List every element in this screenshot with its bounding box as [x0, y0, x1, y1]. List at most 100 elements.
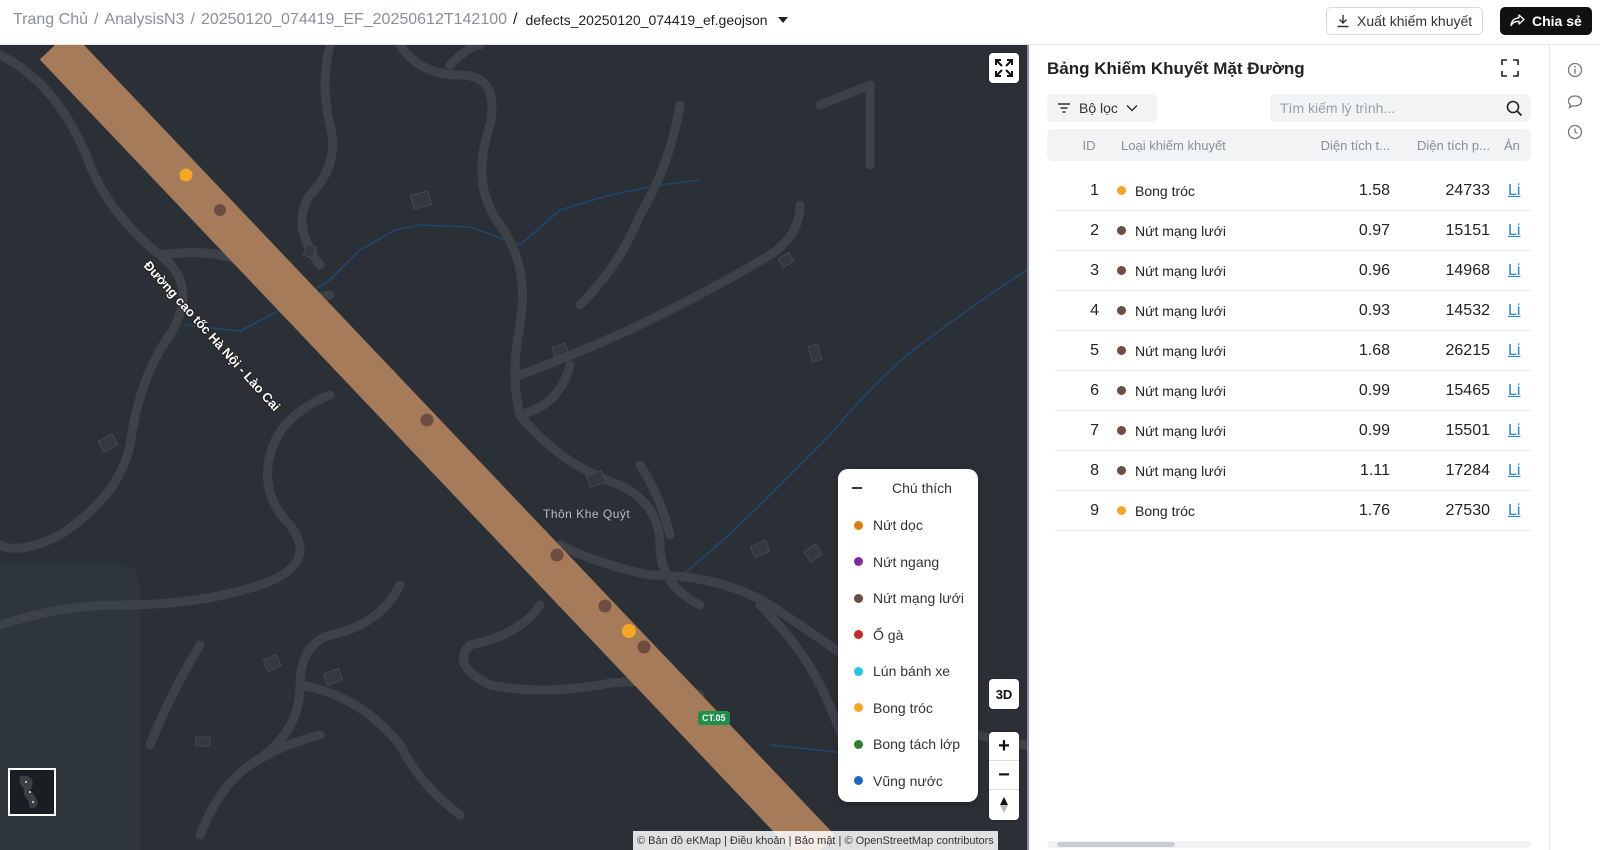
table-row[interactable]: 6 Nứt mạng lưới 0.99 15465 Li — [1055, 371, 1531, 411]
table-row[interactable]: 3 Nứt mạng lưới 0.96 14968 Li — [1055, 251, 1531, 291]
expand-arrows-icon — [995, 59, 1013, 77]
export-defects-label: Xuất khiếm khuyết — [1357, 13, 1473, 29]
cell-type: Nứt mạng lưới — [1109, 423, 1294, 439]
table-row[interactable]: 8 Nứt mạng lưới 1.11 17284 Li — [1055, 451, 1531, 491]
toggle-3d-button[interactable]: 3D — [989, 679, 1019, 709]
image-link[interactable]: Li — [1494, 182, 1531, 200]
legend-item: Ổ gà — [838, 617, 978, 654]
cell-type: Nứt mạng lưới — [1109, 343, 1294, 359]
table-row[interactable]: 5 Nứt mạng lưới 1.68 26215 Li — [1055, 331, 1531, 371]
export-defects-button[interactable]: Xuất khiếm khuyết — [1326, 7, 1484, 35]
minimap[interactable] — [8, 768, 56, 816]
cell-area2: 15501 — [1445, 421, 1491, 439]
cell-area2: 17284 — [1445, 461, 1491, 479]
compass-button[interactable] — [989, 790, 1019, 819]
cell-id: 5 — [1090, 341, 1099, 359]
comments-button[interactable] — [1567, 94, 1583, 115]
table-row[interactable]: 4 Nứt mạng lưới 0.93 14532 Li — [1055, 291, 1531, 331]
history-button[interactable] — [1567, 124, 1583, 145]
type-dot — [1117, 186, 1126, 195]
image-link[interactable]: Li — [1494, 382, 1531, 400]
type-label: Nứt mạng lưới — [1135, 222, 1226, 239]
column-header-area1[interactable]: Diện tích t... — [1294, 138, 1394, 153]
type-label: Nứt mạng lưới — [1135, 302, 1226, 319]
info-icon — [1567, 62, 1583, 78]
image-link[interactable]: Li — [1494, 342, 1531, 360]
image-link[interactable]: Li — [1494, 302, 1531, 320]
legend-label: Nứt mạng lưới — [873, 590, 964, 607]
image-link[interactable]: Li — [1494, 222, 1531, 240]
download-icon — [1337, 15, 1349, 28]
table-row[interactable]: 2 Nứt mạng lưới 0.97 15151 Li — [1055, 211, 1531, 251]
filter-icon — [1058, 103, 1070, 113]
table-header: ID Loại khiếm khuyết Diện tích t... Diện… — [1047, 129, 1531, 161]
info-button[interactable] — [1567, 62, 1583, 83]
comment-icon — [1567, 95, 1583, 109]
cell-type: Nứt mạng lưới — [1109, 303, 1294, 319]
legend-item: Nứt dọc — [838, 507, 978, 544]
collapse-icon[interactable] — [852, 487, 862, 489]
share-label: Chia sẻ — [1532, 13, 1582, 29]
legend-label: Ổ gà — [873, 626, 904, 643]
breadcrumb-separator: / — [190, 11, 195, 28]
expand-panel-button[interactable] — [1501, 59, 1519, 82]
legend-label: Bong tróc — [873, 699, 933, 716]
cell-id: 7 — [1090, 421, 1099, 439]
type-label: Bong tróc — [1135, 182, 1195, 199]
legend-item: Nứt mạng lưới — [838, 580, 978, 617]
cell-id: 2 — [1090, 221, 1099, 239]
zoom-in-button[interactable]: + — [989, 732, 1019, 761]
table-row[interactable]: 7 Nứt mạng lưới 0.99 15501 Li — [1055, 411, 1531, 451]
defects-panel: Bảng Khiếm Khuyết Mặt Đường Bộ lọc ID Lo… — [1029, 45, 1549, 850]
cell-id: 3 — [1090, 261, 1099, 279]
type-dot — [1117, 426, 1126, 435]
cell-area1: 1.76 — [1358, 501, 1390, 519]
clock-icon — [1567, 124, 1583, 140]
cell-id: 8 — [1090, 461, 1099, 479]
column-header-image[interactable]: Ản — [1494, 138, 1531, 153]
cell-id: 6 — [1090, 381, 1099, 399]
table-row[interactable]: 9 Bong tróc 1.76 27530 Li — [1055, 491, 1531, 531]
legend-title: Chú thích — [892, 480, 952, 496]
image-link[interactable]: Li — [1494, 502, 1531, 520]
panel-title: Bảng Khiếm Khuyết Mặt Đường — [1047, 59, 1305, 78]
table-row[interactable]: 1 Bong tróc 1.58 24733 Li — [1055, 171, 1531, 211]
cell-type: Bong tróc — [1109, 503, 1294, 519]
map-attribution[interactable]: © Bản đồ eKMap | Điều khoản | Bảo mật | … — [633, 831, 998, 850]
table-horizontal-scrollbar[interactable] — [1047, 841, 1531, 848]
cell-area1: 1.58 — [1358, 181, 1390, 199]
top-bar: Trang Chủ / AnalysisN3 / 20250120_074419… — [0, 0, 1600, 45]
type-dot — [1117, 506, 1126, 515]
breadcrumb-run[interactable]: 20250120_074419_EF_20250612T142100 — [201, 11, 507, 29]
scrollbar-thumb[interactable] — [1057, 842, 1175, 847]
cell-area1: 1.68 — [1358, 341, 1390, 359]
legend-label: Bong tách lớp — [873, 736, 961, 753]
image-link[interactable]: Li — [1494, 422, 1531, 440]
image-link[interactable]: Li — [1494, 462, 1531, 480]
share-button[interactable]: Chia sẻ — [1500, 7, 1592, 35]
file-dropdown-caret-icon[interactable] — [777, 17, 788, 23]
type-dot — [1117, 466, 1126, 475]
legend-dot — [854, 703, 863, 713]
breadcrumb: Trang Chủ / AnalysisN3 / 20250120_074419… — [13, 11, 788, 29]
legend-item: Bong tróc — [838, 690, 978, 727]
column-header-type[interactable]: Loại khiếm khuyết — [1109, 138, 1294, 153]
legend-dot — [854, 593, 863, 603]
map-canvas[interactable]: Đường cao tốc Hà Nội - Lào Cai Thôn Khe … — [0, 45, 1027, 850]
filter-button[interactable]: Bộ lọc — [1047, 94, 1157, 122]
image-link[interactable]: Li — [1494, 262, 1531, 280]
breadcrumb-project[interactable]: AnalysisN3 — [104, 11, 184, 29]
search-icon[interactable] — [1506, 100, 1523, 117]
legend-label: Lún bánh xe — [873, 663, 951, 680]
column-header-id[interactable]: ID — [1047, 138, 1109, 153]
breadcrumb-home[interactable]: Trang Chủ — [13, 11, 88, 29]
breadcrumb-file[interactable]: defects_20250120_074419_ef.geojson — [525, 12, 767, 28]
zoom-out-button[interactable]: − — [989, 761, 1019, 790]
column-header-area2[interactable]: Diện tích p... — [1394, 138, 1494, 153]
legend-header[interactable]: Chú thích — [838, 469, 978, 507]
search-input[interactable] — [1270, 94, 1500, 122]
cell-area2: 15465 — [1445, 381, 1491, 399]
fullscreen-map-button[interactable] — [989, 53, 1019, 83]
cell-area2: 27530 — [1445, 501, 1491, 519]
legend-label: Vũng nước — [873, 772, 943, 789]
